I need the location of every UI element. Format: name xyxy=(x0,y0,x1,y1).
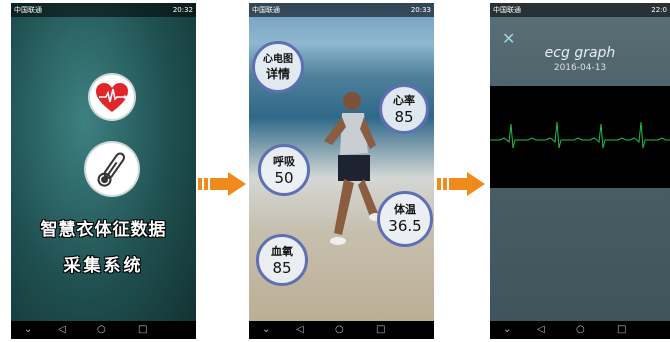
chevron-down-icon[interactable]: ⌄ xyxy=(262,322,270,338)
breath-label: 呼吸 xyxy=(273,155,295,168)
breath-bubble[interactable]: 呼吸 50 xyxy=(258,144,310,196)
breath-value: 50 xyxy=(274,169,294,187)
nav-bar: ⌄ ◁ ○ □ xyxy=(11,321,196,339)
thermometer-icon-button[interactable] xyxy=(86,143,138,195)
home-icon[interactable]: ○ xyxy=(576,322,585,338)
phone-screen-ecg: 中国联通 22:0 ✕ ecg graph 2016-04-13 ⌄ ◁ ○ □ xyxy=(490,3,670,339)
back-icon[interactable]: ◁ xyxy=(58,322,66,338)
recents-icon[interactable]: □ xyxy=(376,322,385,338)
blood-oxygen-label: 血氧 xyxy=(271,245,293,258)
home-icon[interactable]: ○ xyxy=(97,322,106,338)
phone-screen-vitals: 中国联通 20:33 心电图 详情 心率 85 呼吸 50 体温 36.5 血氧… xyxy=(249,3,434,339)
status-time: 20:33 xyxy=(410,6,431,14)
recents-icon[interactable]: □ xyxy=(617,322,626,338)
arrow-right-icon xyxy=(198,172,246,196)
heart-icon-button[interactable] xyxy=(90,75,134,119)
app-title-line2: 采集系统 xyxy=(63,256,144,276)
chevron-down-icon[interactable]: ⌄ xyxy=(503,322,511,338)
heart-rate-bubble[interactable]: 心率 85 xyxy=(379,84,429,134)
carrier-label: 中国联通 xyxy=(252,6,280,14)
carrier-label: 中国联通 xyxy=(14,6,42,14)
status-time: 20:32 xyxy=(172,6,193,14)
ecg-graph-title: ecg graph xyxy=(544,45,616,61)
ecg-graph-panel xyxy=(490,86,670,188)
ecg-detail-sub: 详情 xyxy=(265,67,290,81)
back-icon[interactable]: ◁ xyxy=(296,322,304,338)
status-bar: 中国联通 20:33 xyxy=(249,3,434,17)
back-icon[interactable]: ◁ xyxy=(537,322,545,338)
thermometer-icon xyxy=(97,152,126,187)
home-icon[interactable]: ○ xyxy=(335,322,344,338)
recents-icon[interactable]: □ xyxy=(138,322,147,338)
phone-screen-splash: 中国联通 20:32 智慧衣体征数据 采集系统 ⌄ ◁ ○ □ xyxy=(11,3,196,339)
nav-bar: ⌄ ◁ ○ □ xyxy=(249,321,434,339)
temperature-bubble[interactable]: 体温 36.5 xyxy=(377,191,433,247)
ecg-detail-label: 心电图 xyxy=(263,54,293,65)
ecg-detail-button[interactable]: 心电图 详情 xyxy=(252,41,304,93)
status-time: 22:0 xyxy=(651,6,667,14)
app-title-line1: 智慧衣体征数据 xyxy=(40,220,167,240)
heart-pulse-icon xyxy=(96,83,128,112)
blood-oxygen-value: 85 xyxy=(272,259,292,277)
heart-rate-value: 85 xyxy=(394,108,414,126)
temperature-value: 36.5 xyxy=(388,217,422,235)
status-bar: 中国联通 22:0 xyxy=(490,3,670,17)
carrier-label: 中国联通 xyxy=(493,6,521,14)
ecg-date: 2016-04-13 xyxy=(553,63,607,73)
heart-rate-label: 心率 xyxy=(393,94,415,107)
status-bar: 中国联通 20:32 xyxy=(11,3,196,17)
arrow-right-icon xyxy=(437,172,485,196)
chevron-down-icon[interactable]: ⌄ xyxy=(24,322,32,338)
ecg-trace xyxy=(490,121,670,149)
nav-bar: ⌄ ◁ ○ □ xyxy=(490,321,670,339)
blood-oxygen-bubble[interactable]: 血氧 85 xyxy=(256,234,308,286)
temperature-label: 体温 xyxy=(394,203,416,216)
